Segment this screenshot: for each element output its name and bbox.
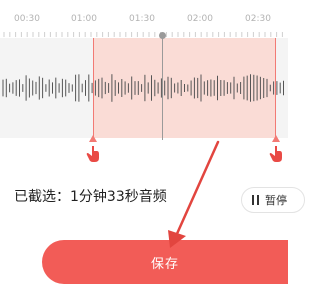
playhead-knob[interactable] <box>159 32 166 39</box>
time-label-0130: 01:30 <box>129 14 155 24</box>
pause-label: 暂停 <box>265 194 287 207</box>
right-trim-handle-icon[interactable] <box>268 135 284 165</box>
time-label-0030: 00:30 <box>14 14 40 24</box>
audio-trim-editor: 00:30 01:00 01:30 02:00 02:30 已截选：1分钟33秒… <box>0 0 305 284</box>
save-label: 保存 <box>150 256 179 272</box>
pause-button[interactable]: 暂停 <box>241 187 305 213</box>
timeline-ruler: 00:30 01:00 01:30 02:00 02:30 <box>0 12 288 28</box>
time-label-0230: 02:30 <box>245 14 271 24</box>
selection-summary: 已截选：1分钟33秒音频 <box>14 189 167 205</box>
waveform <box>2 74 284 102</box>
time-label-0200: 02:00 <box>187 14 213 24</box>
pause-icon <box>252 195 259 205</box>
save-button[interactable]: 保存 <box>42 240 288 284</box>
time-label-0100: 01:00 <box>71 14 97 24</box>
playhead-line[interactable] <box>162 36 163 140</box>
left-trim-handle-icon[interactable] <box>85 135 101 165</box>
timeline-ticks <box>3 32 283 37</box>
